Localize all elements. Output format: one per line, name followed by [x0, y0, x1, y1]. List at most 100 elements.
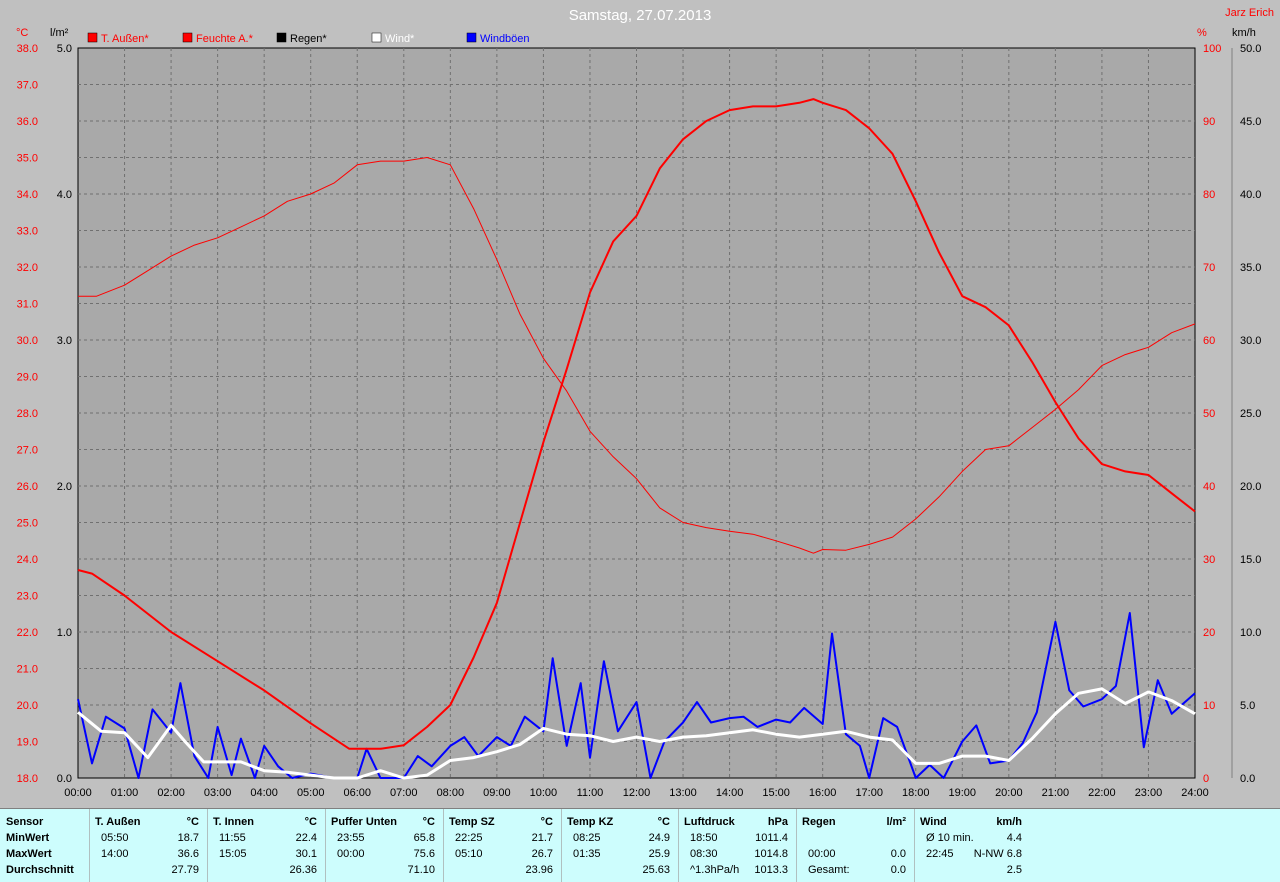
hum-tick-label: 50 [1203, 408, 1215, 420]
stat-time: 01:35 [573, 848, 601, 860]
statistics-panel: Sensor MinWert MaxWert Durchschnitt T. Außen… [0, 808, 1280, 882]
stat-column: T. Außen °C 05:50 18.7 14:00 36.6 27.79 [89, 809, 208, 882]
legend-label: Feuchte A.* [196, 33, 254, 45]
stat-time: 00:00 [337, 848, 365, 860]
wind-tick-label: 15.0 [1240, 554, 1261, 566]
legend-label: Wind* [385, 33, 415, 45]
time-tick-label: 23:00 [1135, 787, 1163, 799]
rain-tick-label: 2.0 [57, 481, 72, 493]
time-tick-label: 03:00 [204, 787, 232, 799]
time-tick-label: 00:00 [64, 787, 92, 799]
time-tick-label: 15:00 [762, 787, 790, 799]
wind-tick-label: 10.0 [1240, 627, 1261, 639]
stat-value: 25.9 [648, 848, 670, 860]
stat-column: Temp KZ °C 08:25 24.9 01:35 25.9 25.63 [561, 809, 679, 882]
stat-value: 65.8 [413, 832, 435, 844]
stat-value: 75.6 [413, 848, 435, 860]
rain-tick-label: 0.0 [57, 773, 72, 785]
time-tick-label: 05:00 [297, 787, 325, 799]
stat-value: 0.0 [890, 848, 906, 860]
temp-tick-label: 38.0 [17, 43, 38, 55]
temp-tick-label: 20.0 [17, 700, 38, 712]
stat-time: 05:10 [455, 848, 483, 860]
stat-value: 2.5 [1006, 864, 1022, 876]
stat-value: N-NW 6.8 [973, 848, 1022, 860]
time-tick-label: 10:00 [530, 787, 558, 799]
time-tick-label: 07:00 [390, 787, 418, 799]
time-tick-label: 20:00 [995, 787, 1023, 799]
stat-column: T. Innen °C 11:55 22.4 15:05 30.1 26.36 [207, 809, 326, 882]
stat-column-title: Temp KZ [567, 816, 614, 828]
stat-column-unit: hPa [767, 816, 788, 828]
stat-column-unit: km/h [996, 816, 1022, 828]
stat-column-title: Luftdruck [684, 816, 735, 828]
stat-value: 23.96 [525, 864, 553, 876]
stat-column-unit: °C [186, 816, 199, 828]
stat-value: 24.9 [648, 832, 670, 844]
stat-time: Gesamt: [808, 864, 850, 876]
stat-row-label: MaxWert [6, 848, 52, 860]
rain-unit-label: l/m² [50, 27, 69, 39]
legend-swatch [182, 32, 193, 43]
hum-tick-label: 100 [1203, 43, 1221, 55]
temp-tick-label: 21.0 [17, 664, 38, 676]
stat-row-label: MinWert [6, 832, 50, 844]
wind-tick-label: 45.0 [1240, 116, 1261, 128]
stat-time: 08:30 [690, 848, 718, 860]
stat-time: 00:00 [808, 848, 836, 860]
time-tick-label: 04:00 [250, 787, 278, 799]
stat-value: 26.7 [531, 848, 553, 860]
temp-tick-label: 35.0 [17, 153, 38, 165]
time-tick-label: 19:00 [949, 787, 977, 799]
rain-tick-label: 1.0 [57, 627, 72, 639]
hum-tick-label: 60 [1203, 335, 1215, 347]
stat-column-title: Puffer Unten [331, 816, 397, 828]
temp-tick-label: 34.0 [17, 189, 38, 201]
hum-tick-label: 0 [1203, 773, 1209, 785]
stat-column: Sensor MinWert MaxWert Durchschnitt [0, 809, 90, 882]
hum-tick-label: 30 [1203, 554, 1215, 566]
stat-value: 71.10 [407, 864, 435, 876]
time-tick-label: 16:00 [809, 787, 837, 799]
stat-time: Ø 10 min. [926, 832, 974, 844]
temp-tick-label: 29.0 [17, 372, 38, 384]
temp-tick-label: 19.0 [17, 737, 38, 749]
temp-tick-label: 22.0 [17, 627, 38, 639]
temp-tick-label: 32.0 [17, 262, 38, 274]
time-tick-label: 14:00 [716, 787, 744, 799]
time-tick-label: 02:00 [157, 787, 185, 799]
stat-column: Luftdruck hPa 18:50 1011.4 08:30 1014.8 ^1.3hP… [678, 809, 797, 882]
time-tick-label: 11:00 [577, 787, 604, 799]
time-tick-label: 06:00 [343, 787, 371, 799]
legend-swatch [276, 32, 287, 43]
temp-tick-label: 31.0 [17, 299, 38, 311]
wind-tick-label: 0.0 [1240, 773, 1255, 785]
stat-column: Puffer Unten °C 23:55 65.8 00:00 75.6 71.10 [325, 809, 444, 882]
wind-tick-label: 20.0 [1240, 481, 1261, 493]
chart-title: Samstag, 27.07.2013 [569, 7, 712, 24]
legend-label: Regen* [290, 33, 327, 45]
stat-column: Wind km/h Ø 10 min. 4.4 22:45 N-NW 6.8 2.5 [914, 809, 1030, 882]
time-tick-label: 21:00 [1042, 787, 1070, 799]
stat-time: 22:25 [455, 832, 483, 844]
stat-column-unit: °C [422, 816, 435, 828]
stat-column-title: Wind [920, 816, 947, 828]
stat-time: ^1.3hPa/h [690, 864, 740, 876]
stat-value: 26.36 [289, 864, 317, 876]
time-tick-label: 24:00 [1181, 787, 1209, 799]
wind-tick-label: 35.0 [1240, 262, 1261, 274]
stat-column-title: T. Außen [95, 816, 141, 828]
hum-tick-label: 80 [1203, 189, 1215, 201]
stat-value: 36.6 [177, 848, 199, 860]
stat-value: 22.4 [295, 832, 317, 844]
rain-tick-label: 3.0 [57, 335, 72, 347]
stat-column-unit: °C [304, 816, 317, 828]
wind-tick-label: 50.0 [1240, 43, 1261, 55]
temp-tick-label: 25.0 [17, 518, 38, 530]
weather-chart: 38.0 37.0 36.0 35.0 34.0 33.0 32.0 31.0 30.0 29.0… [0, 0, 1280, 808]
stat-row-label: Durchschnitt [6, 864, 74, 876]
stat-value: 25.63 [642, 864, 670, 876]
legend-label: Windböen [480, 33, 530, 45]
wind-tick-label: 25.0 [1240, 408, 1261, 420]
stat-time: 15:05 [219, 848, 247, 860]
